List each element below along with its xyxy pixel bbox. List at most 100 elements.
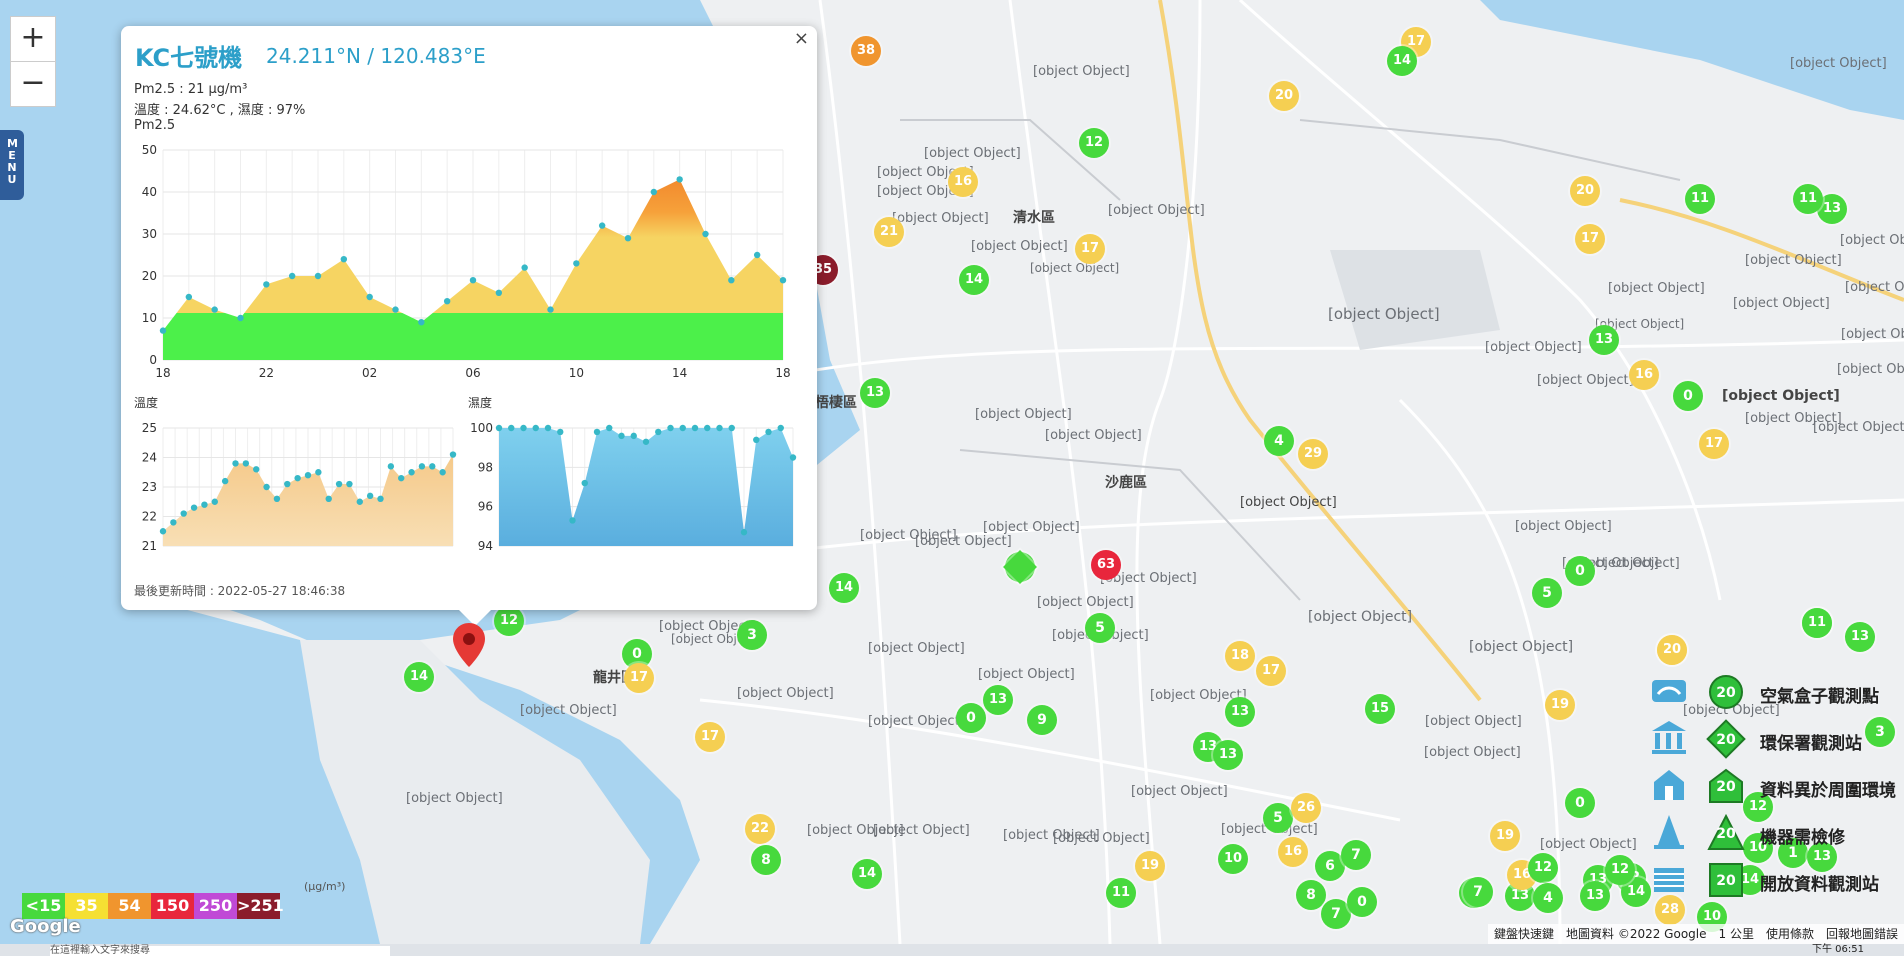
- aq-sensor-marker[interactable]: 11: [1685, 184, 1715, 214]
- aq-sensor-marker[interactable]: 8: [751, 845, 781, 875]
- aq-sensor-marker[interactable]: 4: [1264, 426, 1294, 456]
- aq-sensor-marker[interactable]: 22: [745, 814, 775, 844]
- aq-sensor-marker[interactable]: 9: [1027, 705, 1057, 735]
- aq-sensor-marker[interactable]: 16: [1629, 360, 1659, 390]
- aq-sensor-marker[interactable]: 38: [851, 36, 881, 66]
- zoom-in-button[interactable]: +: [10, 16, 56, 62]
- aq-sensor-marker[interactable]: 63: [1091, 550, 1121, 580]
- station-name: KC七號機: [135, 44, 243, 72]
- aq-sensor-marker[interactable]: 13: [1845, 622, 1875, 652]
- aq-sensor-marker[interactable]: 14: [959, 265, 989, 295]
- aq-sensor-marker[interactable]: 14: [852, 859, 882, 889]
- data-point: [598, 222, 606, 229]
- legend-row: 20 環保署觀測站: [1650, 719, 1904, 759]
- y-tick-label: 23: [142, 480, 157, 494]
- aq-sensor-marker[interactable]: 19: [1135, 851, 1165, 881]
- aq-sensor-marker[interactable]: 12: [494, 606, 524, 636]
- y-tick-label: 10: [142, 311, 157, 325]
- data-point: [779, 277, 787, 284]
- close-icon[interactable]: ×: [794, 28, 809, 49]
- place-label: [object Object]: [924, 146, 1021, 161]
- aq-sensor-marker[interactable]: 19: [1545, 690, 1575, 720]
- aq-sensor-marker[interactable]: 13: [1225, 697, 1255, 727]
- aq-sensor-marker[interactable]: 3: [737, 620, 767, 650]
- legend-marker-number: 20: [1716, 732, 1736, 748]
- aq-sensor-marker[interactable]: 13: [860, 378, 890, 408]
- report-error-link[interactable]: 回報地圖錯誤: [1826, 924, 1898, 944]
- aq-sensor-marker[interactable]: 14: [404, 662, 434, 692]
- data-point: [366, 492, 374, 500]
- aq-sensor-marker[interactable]: 0: [1673, 381, 1703, 411]
- aq-sensor-marker[interactable]: 17: [1075, 234, 1105, 264]
- data-point: [667, 424, 674, 432]
- terms-link[interactable]: 使用條款: [1766, 924, 1814, 944]
- aq-sensor-marker[interactable]: 16: [1278, 837, 1308, 867]
- aq-sensor-marker[interactable]: 5: [1085, 613, 1115, 643]
- data-point: [691, 424, 699, 432]
- aq-sensor-marker[interactable]: 13: [983, 685, 1013, 715]
- aq-sensor-marker[interactable]: 8: [1296, 880, 1326, 910]
- data-point: [335, 480, 343, 488]
- data-point: [521, 264, 528, 271]
- aq-sensor-marker[interactable]: 17: [695, 722, 725, 752]
- place-label: [object Object]: [520, 703, 617, 718]
- aq-sensor-marker[interactable]: 16: [948, 167, 978, 197]
- map-pin-icon[interactable]: [453, 623, 485, 667]
- x-tick-label: 22: [259, 366, 274, 380]
- aq-sensor-marker[interactable]: 12: [1528, 853, 1558, 883]
- aq-sensor-marker[interactable]: 14: [829, 573, 859, 603]
- aq-sensor-marker[interactable]: 13: [1213, 740, 1243, 770]
- aq-sensor-marker[interactable]: 7: [1463, 877, 1493, 907]
- place-label: [object Object]: [1045, 428, 1142, 443]
- aq-sensor-marker[interactable]: 11: [1802, 608, 1832, 638]
- data-point: [495, 424, 503, 432]
- aq-sensor-marker[interactable]: 19: [1490, 821, 1520, 851]
- aq-sensor-marker[interactable]: 17: [624, 663, 654, 693]
- data-point: [253, 466, 260, 473]
- aq-sensor-marker[interactable]: 13: [1580, 881, 1610, 911]
- aq-sensor-marker[interactable]: 5: [1532, 578, 1562, 608]
- aq-sensor-marker[interactable]: 20: [1570, 176, 1600, 206]
- place-label: [object Object]: [978, 667, 1075, 682]
- aq-sensor-marker[interactable]: 20: [1657, 635, 1687, 665]
- aq-sensor-marker[interactable]: 15: [1365, 694, 1395, 724]
- aq-sensor-marker[interactable]: 12: [1079, 128, 1109, 158]
- y-tick-label: 21: [142, 539, 157, 553]
- aq-sensor-marker[interactable]: 7: [1341, 840, 1371, 870]
- place-label: [object Object]: [1424, 745, 1521, 760]
- aq-sensor-marker[interactable]: 20: [1269, 81, 1299, 111]
- aq-sensor-marker[interactable]: 11: [1106, 878, 1136, 908]
- aq-sensor-marker[interactable]: 0: [1565, 556, 1595, 586]
- aq-sensor-marker[interactable]: 0: [1565, 788, 1595, 818]
- aq-sensor-marker[interactable]: 21: [874, 217, 904, 247]
- place-label: [object Object]: [1608, 281, 1705, 296]
- aq-sensor-marker[interactable]: 26: [1291, 793, 1321, 823]
- aq-sensor-marker[interactable]: 11: [1793, 184, 1823, 214]
- aq-sensor-marker[interactable]: 17: [1575, 224, 1605, 254]
- aq-sensor-marker[interactable]: 12: [1605, 855, 1635, 885]
- keyboard-shortcuts-link[interactable]: 鍵盤快速鍵: [1494, 924, 1554, 944]
- legend-row: 20 資料異於周圍環境: [1650, 766, 1904, 806]
- aq-sensor-marker[interactable]: 17: [1699, 429, 1729, 459]
- aq-sensor-marker[interactable]: 13: [1589, 325, 1619, 355]
- menu-tab-button[interactable]: MENU: [0, 130, 24, 200]
- aq-sensor-marker[interactable]: 0: [956, 703, 986, 733]
- aq-sensor-marker[interactable]: 0: [1347, 887, 1377, 917]
- taskbar-search-input[interactable]: 在這裡輸入文字來搜尋: [50, 946, 390, 956]
- aq-sensor-marker[interactable]: 5: [1263, 803, 1293, 833]
- aq-sensor-marker[interactable]: 18: [1225, 641, 1255, 671]
- aq-sensor-marker[interactable]: 4: [1533, 883, 1563, 913]
- map-attribution: 鍵盤快速鍵 地圖資料 ©2022 Google 1 公里 使用條款 回報地圖錯誤: [1488, 924, 1904, 944]
- zoom-out-button[interactable]: −: [10, 61, 56, 107]
- aq-sensor-marker[interactable]: 29: [1298, 439, 1328, 469]
- place-label: [object Object]: [1108, 203, 1205, 218]
- data-point: [159, 327, 167, 334]
- scale-swatch: 250: [194, 893, 237, 919]
- data-point: [728, 424, 735, 432]
- aq-sensor-marker[interactable]: 14: [1387, 46, 1417, 76]
- aq-sensor-marker[interactable]: 10: [1218, 844, 1248, 874]
- data-point: [606, 424, 613, 432]
- data-point: [520, 424, 527, 432]
- y-tick-label: 50: [142, 143, 157, 157]
- aq-sensor-marker[interactable]: 17: [1256, 656, 1286, 686]
